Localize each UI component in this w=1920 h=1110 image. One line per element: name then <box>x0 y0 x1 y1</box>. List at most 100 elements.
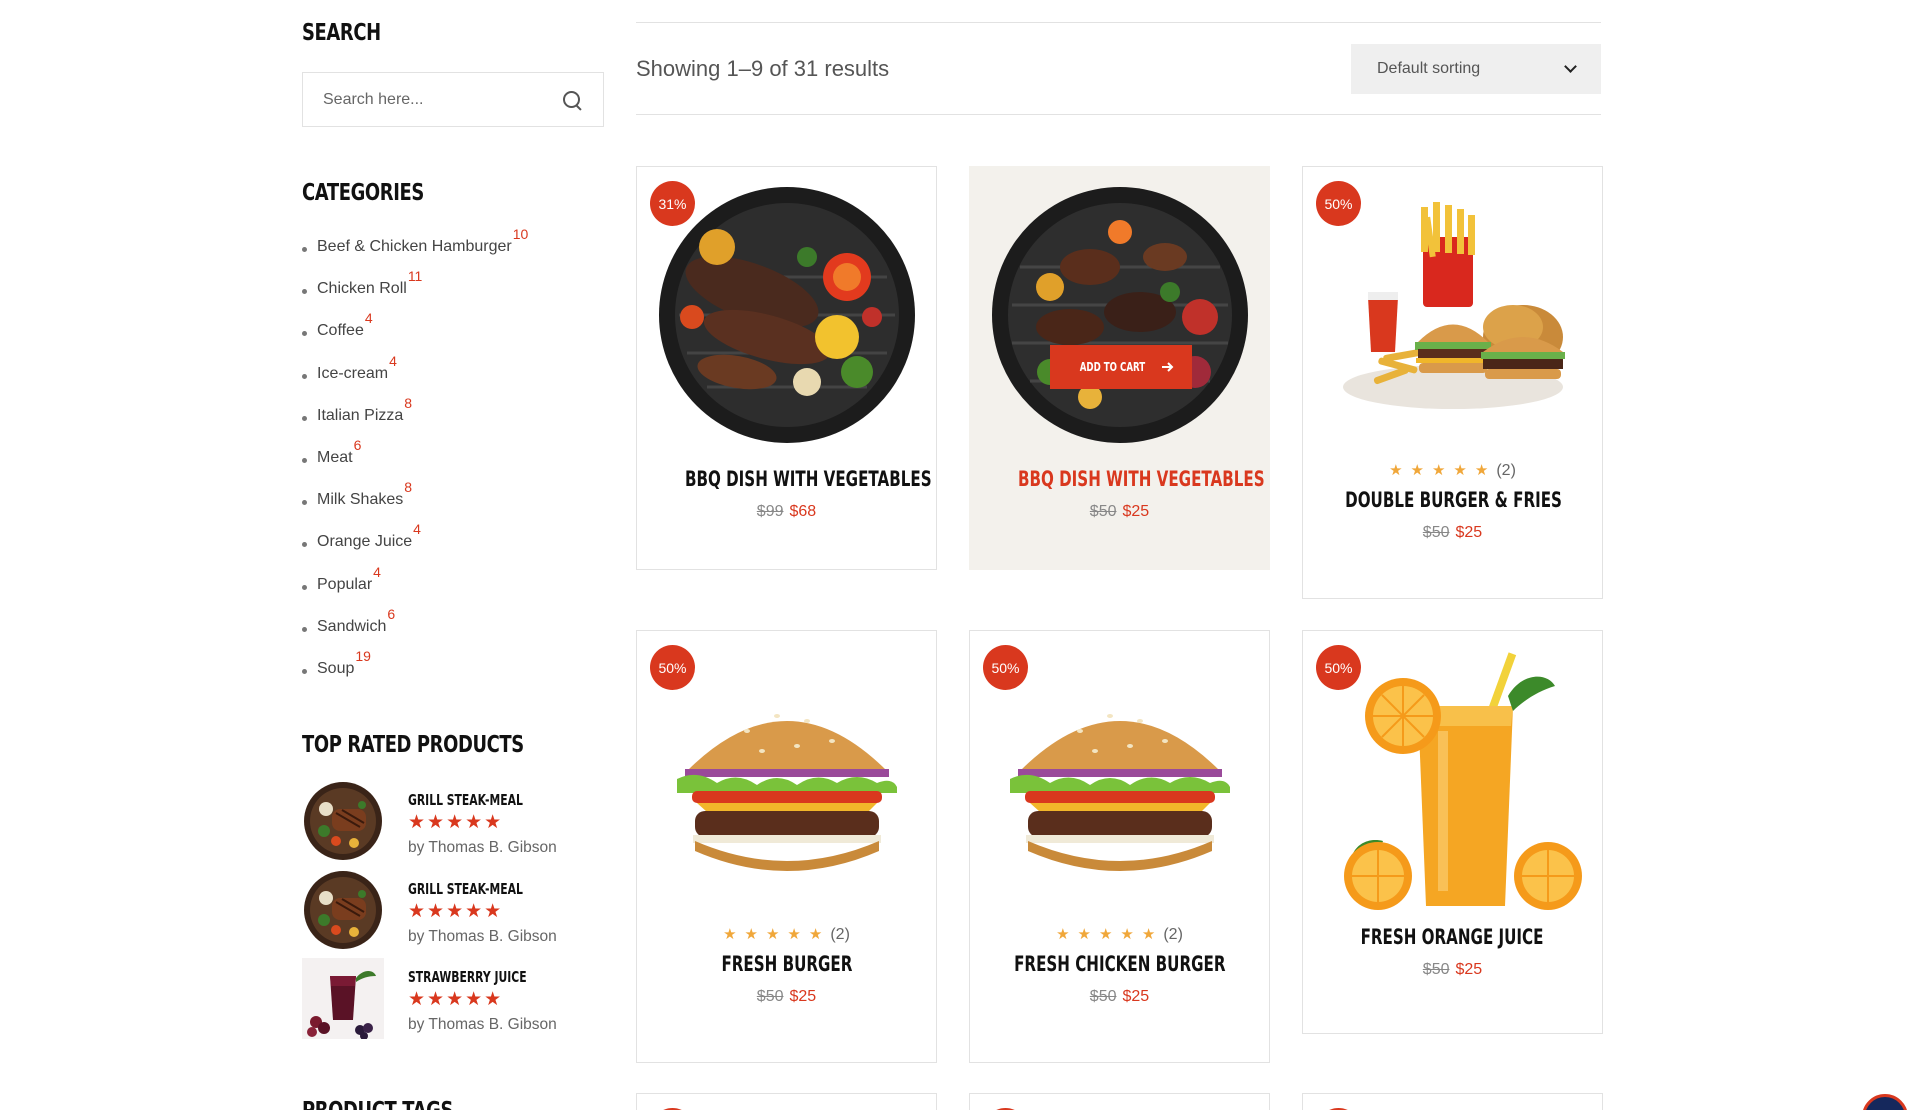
fresh-burger-image[interactable] <box>657 651 917 911</box>
category-count: 4 <box>373 563 381 580</box>
search-form <box>302 72 604 127</box>
product-name[interactable]: Fresh Orange Juice <box>1361 925 1544 949</box>
sale-price: $25 <box>1455 961 1483 978</box>
arrow-right-icon <box>1162 362 1174 372</box>
product-card[interactable]: 31% BBQ Dish with Vegetables <box>636 166 937 570</box>
product-card[interactable]: Add to cart BBQ Dish with Vegetables $50… <box>969 166 1270 570</box>
bbq-grill-image[interactable] <box>990 187 1250 447</box>
product-name[interactable]: BBQ Dish with Vegetables <box>685 467 932 491</box>
product-name[interactable]: Fresh Chicken Burger <box>1014 952 1225 976</box>
category-item[interactable]: Popular 4 <box>302 564 528 618</box>
rating-stars: ★★★★★ <box>408 900 504 922</box>
rating-stars: ★★★★★ <box>723 926 831 943</box>
divider <box>636 114 1601 115</box>
strawberry-juice-thumbnail[interactable] <box>302 958 384 1039</box>
product-name[interactable]: Double Burger & Fries <box>1345 488 1562 512</box>
sidebar: Search Categories Beef & Chicken Hamburg… <box>302 20 604 1110</box>
product-card[interactable]: 50% Fresh Orange Juice $ <box>1302 630 1603 1034</box>
grill-steak-thumbnail[interactable] <box>302 870 384 951</box>
product-name[interactable]: BBQ Dish with Vegetables <box>1018 467 1265 491</box>
category-item[interactable]: Soup 19 <box>302 648 528 702</box>
bbq-dish-image[interactable] <box>657 187 917 447</box>
category-label[interactable]: Soup <box>317 660 354 678</box>
top-rated-item: Grill Steak-Meal ★★★★★ by Thomas B. Gibs… <box>302 870 573 959</box>
product-card[interactable] <box>1302 1093 1603 1110</box>
category-item[interactable]: Sandwich 6 <box>302 606 528 660</box>
product-price: $50 $25 <box>970 988 1269 1006</box>
product-name[interactable]: Fresh Burger <box>721 952 852 976</box>
rating-stars: ★★★★★ <box>408 812 504 833</box>
category-count: 10 <box>512 226 529 242</box>
product-price: $50 $25 <box>1303 524 1602 542</box>
sale-price: $25 <box>1122 503 1150 520</box>
category-count: 19 <box>355 647 371 664</box>
old-price: $50 <box>1422 961 1450 978</box>
product-card[interactable]: 50% ★★★★★(2) Fresh Chicken Burger $50 $25 <box>969 630 1270 1063</box>
category-label[interactable]: Orange Juice <box>317 533 412 551</box>
product-author: by Thomas B. Gibson <box>408 927 557 945</box>
category-label[interactable]: Milk Shakes <box>317 491 403 509</box>
category-label[interactable]: Sandwich <box>317 618 386 636</box>
product-card[interactable] <box>636 1093 937 1110</box>
sale-price: $25 <box>1455 524 1483 541</box>
category-item[interactable]: Coffee 4 <box>302 310 528 364</box>
category-label[interactable]: Coffee <box>317 322 364 340</box>
product-card[interactable] <box>969 1093 1270 1110</box>
discount-badge: 50% <box>650 645 695 690</box>
category-item[interactable]: Chicken Roll 11 <box>302 268 528 322</box>
back-to-top-button[interactable] <box>1862 1094 1908 1110</box>
grill-steak-thumbnail[interactable] <box>302 781 384 862</box>
add-to-cart-label: Add to cart <box>1079 360 1145 374</box>
old-price: $50 <box>1089 988 1117 1005</box>
top-rated-list: Grill Steak-Meal ★★★★★ by Thomas B. Gibs… <box>302 781 573 1047</box>
old-price: $99 <box>756 503 784 520</box>
category-count: 8 <box>404 479 413 496</box>
fresh-chicken-burger-image[interactable] <box>990 651 1250 911</box>
old-price: $50 <box>1089 503 1117 520</box>
search-icon[interactable] <box>561 89 583 111</box>
category-item[interactable]: Meat 6 <box>302 437 528 491</box>
product-card[interactable]: 50% ★★★★★(2) DOUBLE BURGER & FRIES $50 $… <box>1302 166 1603 599</box>
category-item[interactable]: Ice-cream 4 <box>302 353 528 407</box>
discount-badge: 31% <box>650 181 695 226</box>
review-count: (2) <box>830 926 850 943</box>
product-price: $50 $25 <box>1303 961 1602 979</box>
top-rated-item: Grill Steak-Meal ★★★★★ by Thomas B. Gibs… <box>302 781 573 870</box>
product-author: by Thomas B. Gibson <box>408 839 557 856</box>
add-to-cart-button[interactable]: Add to cart <box>1050 345 1192 389</box>
top-rated-item: Strawberry Juice ★★★★★ by Thomas B. Gibs… <box>302 958 573 1047</box>
chevron-down-icon <box>1564 60 1577 73</box>
search-widget-title: Search <box>302 20 381 46</box>
product-price: $99 $68 <box>637 503 936 521</box>
category-count: 4 <box>364 310 373 327</box>
category-label[interactable]: Beef & Chicken Hamburger <box>317 238 512 256</box>
category-label[interactable]: Ice-cream <box>317 365 388 383</box>
category-count: 8 <box>404 394 413 411</box>
top-rated-product-name[interactable]: Grill Steak-Meal <box>408 791 523 809</box>
top-rated-product-name[interactable]: Strawberry Juice <box>408 968 527 986</box>
old-price: $50 <box>756 988 784 1005</box>
category-label[interactable]: Meat <box>317 449 353 467</box>
category-count: 6 <box>387 605 396 622</box>
rating-stars: ★★★★★ <box>408 989 504 1010</box>
category-label[interactable]: Italian Pizza <box>317 407 403 425</box>
sorting-value: Default sorting <box>1377 60 1481 77</box>
product-card[interactable]: 50% ★★★★★(2) Fresh Burger $50 $25 <box>636 630 937 1063</box>
product-tags-widget-title: Product Tags <box>302 1098 453 1110</box>
sorting-select[interactable]: Default sorting <box>1351 44 1601 94</box>
search-input[interactable] <box>323 90 561 109</box>
sale-price: $68 <box>789 503 817 520</box>
top-rated-widget-title: Top Rated Products <box>302 732 524 758</box>
divider <box>636 22 1601 23</box>
category-item[interactable]: Italian Pizza 8 <box>302 395 528 449</box>
category-item[interactable]: Orange Juice 4 <box>302 521 528 575</box>
product-price: $50 $25 <box>637 988 936 1006</box>
orange-juice-image[interactable] <box>1323 651 1583 911</box>
rating-stars: ★★★★★ <box>1056 926 1164 943</box>
category-label[interactable]: Chicken Roll <box>317 280 407 298</box>
double-burger-fries-image[interactable] <box>1323 187 1583 447</box>
category-label[interactable]: Popular <box>317 576 372 594</box>
top-rated-product-name[interactable]: Grill Steak-Meal <box>408 880 523 898</box>
category-list: Beef & Chicken Hamburger 10 Chicken Roll 1… <box>302 226 528 702</box>
discount-badge: 50% <box>1316 181 1361 226</box>
